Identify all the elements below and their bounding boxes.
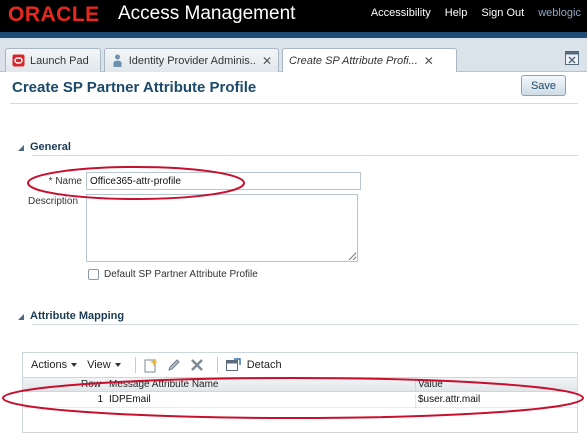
- section-heading: Attribute Mapping: [30, 310, 125, 322]
- table-toolbar: Actions View Detach: [23, 353, 577, 377]
- section-attribute-mapping[interactable]: Attribute Mapping: [18, 310, 124, 322]
- collapse-triangle-icon[interactable]: [18, 314, 24, 320]
- delete-x-icon[interactable]: [188, 356, 206, 374]
- launch-pad-icon: [12, 54, 25, 67]
- oracle-logo: ORACLE: [8, 3, 100, 26]
- default-profile-checkbox[interactable]: [88, 269, 99, 280]
- tab-identity-provider[interactable]: Identity Provider Adminis... ✕: [104, 48, 279, 72]
- table-header: Row Message Attribute Name Value: [23, 377, 577, 392]
- name-input[interactable]: [86, 172, 361, 190]
- attribute-name-cell[interactable]: IDPEmail: [109, 394, 151, 405]
- divider: [32, 155, 578, 156]
- description-label: Description: [28, 196, 79, 207]
- default-profile-checkbox-row[interactable]: Default SP Partner Attribute Profile: [88, 269, 258, 280]
- collapse-triangle-icon[interactable]: [18, 145, 24, 151]
- tab-create-sp-attribute-profile[interactable]: Create SP Attribute Profi... ✕: [282, 48, 457, 73]
- tab-label: Launch Pad: [30, 54, 89, 67]
- toolbar-separator: [134, 357, 136, 373]
- help-link[interactable]: Help: [445, 7, 468, 19]
- toolbar-separator: [216, 357, 218, 373]
- edit-pencil-icon[interactable]: [165, 356, 183, 374]
- header-links: Accessibility Help Sign Out weblogic: [371, 7, 581, 19]
- table-row[interactable]: 1 IDPEmail $user.attr.mail: [23, 392, 577, 408]
- user-name[interactable]: weblogic: [538, 7, 581, 19]
- column-header-row[interactable]: Row: [81, 379, 101, 390]
- save-button[interactable]: Save: [521, 75, 566, 96]
- add-icon[interactable]: [142, 356, 160, 374]
- person-icon: [111, 54, 124, 67]
- name-label: * Name: [48, 176, 82, 187]
- tab-launch-pad[interactable]: Launch Pad: [5, 48, 101, 72]
- page-title: Create SP Partner Attribute Profile: [12, 79, 257, 96]
- main-content: Create SP Partner Attribute Profile Save…: [0, 72, 587, 433]
- close-icon[interactable]: ✕: [424, 54, 434, 68]
- required-mark: *: [48, 176, 53, 187]
- section-heading: General: [30, 141, 71, 153]
- tab-label: Create SP Attribute Profi...: [289, 55, 418, 67]
- row-number: 1: [97, 394, 103, 405]
- sign-out-link[interactable]: Sign Out: [481, 7, 524, 19]
- default-profile-label: Default SP Partner Attribute Profile: [104, 269, 258, 280]
- divider: [32, 324, 578, 325]
- close-all-tabs-icon[interactable]: [565, 51, 579, 65]
- divider: [10, 103, 578, 104]
- chevron-down-icon: [71, 363, 78, 367]
- top-header: ORACLE Access Management Accessibility H…: [0, 0, 587, 32]
- section-general[interactable]: General: [18, 141, 71, 153]
- view-menu[interactable]: View: [85, 359, 129, 371]
- column-header-value[interactable]: Value: [415, 379, 443, 392]
- detach-button[interactable]: Detach: [224, 356, 282, 374]
- tab-bar: Launch Pad Identity Provider Adminis... …: [0, 38, 587, 73]
- chevron-down-icon: [114, 363, 121, 367]
- description-textarea[interactable]: [86, 194, 358, 262]
- accessibility-link[interactable]: Accessibility: [371, 7, 431, 19]
- tab-label: Identity Provider Adminis...: [128, 54, 256, 67]
- column-header-name[interactable]: Message Attribute Name: [109, 379, 219, 390]
- attribute-mapping-table: Actions View Detach Row Message Attribut…: [22, 352, 578, 433]
- close-icon[interactable]: ✕: [262, 54, 272, 68]
- app-title: Access Management: [118, 3, 296, 24]
- attribute-value-cell[interactable]: $user.attr.mail: [415, 394, 480, 408]
- detach-icon: [224, 356, 242, 374]
- actions-menu[interactable]: Actions: [23, 359, 85, 371]
